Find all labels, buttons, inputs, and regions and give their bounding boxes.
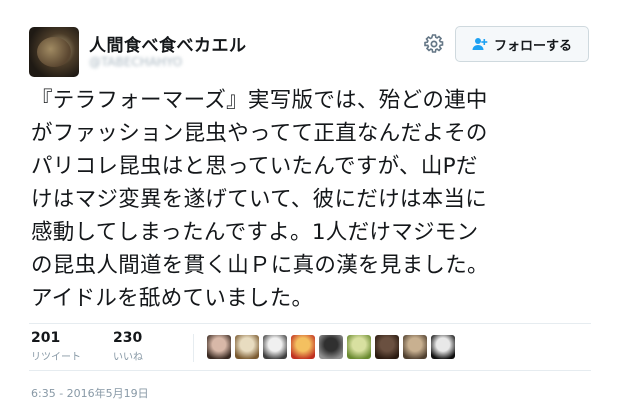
retweet-count: 201: [31, 330, 61, 346]
liker-avatar[interactable]: [263, 335, 287, 359]
like-stat[interactable]: 230 いいね: [113, 330, 143, 363]
like-count: 230: [113, 330, 143, 346]
liker-avatar[interactable]: [235, 335, 259, 359]
stat-separator: [193, 334, 194, 362]
liker-avatar[interactable]: [291, 335, 315, 359]
like-label: いいね: [113, 352, 143, 363]
liker-avatar[interactable]: [347, 335, 371, 359]
user-handle[interactable]: @TABECHAHYO: [89, 55, 182, 69]
liker-avatars: [207, 335, 455, 359]
retweet-stat[interactable]: 201 リツイート: [31, 330, 81, 363]
gear-icon[interactable]: [424, 34, 444, 54]
avatar-image: [37, 37, 71, 67]
follow-button-label: フォローする: [493, 38, 572, 54]
timestamp[interactable]: 6:35 - 2016年5月19日: [31, 385, 149, 401]
liker-avatar[interactable]: [431, 335, 455, 359]
divider-bottom: [29, 370, 591, 371]
retweet-label: リツイート: [31, 352, 81, 363]
liker-avatar[interactable]: [375, 335, 399, 359]
liker-avatar[interactable]: [319, 335, 343, 359]
divider-top: [29, 323, 591, 324]
liker-avatar[interactable]: [403, 335, 427, 359]
liker-avatar[interactable]: [207, 335, 231, 359]
follow-button[interactable]: フォローする: [455, 26, 589, 62]
tweet-text: 『テラフォーマーズ』実写版では、殆どの連中 がファッション昆虫やってて正直なんだ…: [31, 88, 489, 311]
display-name[interactable]: 人間食べ食べカエル: [89, 31, 247, 56]
person-add-icon: [472, 38, 488, 50]
avatar[interactable]: [29, 27, 79, 77]
